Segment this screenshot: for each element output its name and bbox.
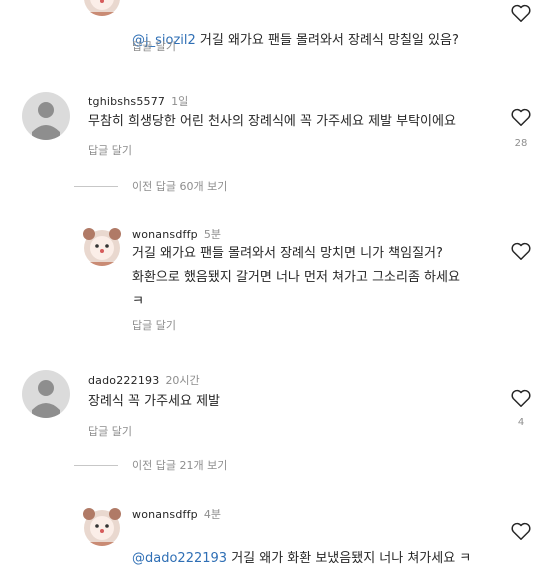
heart-icon[interactable] <box>510 520 532 542</box>
comment-2: tghibshs5577 1일 무참히 희생당한 어린 천사의 장례식에 꼭 가주… <box>0 80 560 160</box>
comment-header: wonansdffp 5분 <box>132 223 221 242</box>
avatar[interactable] <box>80 504 124 548</box>
comment-text: @j_siozil2 거길 왜가요 팬들 몰려와서 장례식 망칠일 있음? <box>132 33 459 48</box>
reply-button[interactable]: 답글 달기 <box>88 142 132 158</box>
reply-button[interactable]: 답글 달기 <box>132 38 176 54</box>
comment-header: dado222193 20시간 <box>88 369 200 388</box>
username[interactable]: tghibshs5577 <box>88 95 165 108</box>
comment-text: 장례식 꼭 가주세요 제발 <box>88 394 220 409</box>
comment-text: 무참히 희생당한 어린 천사의 장례식에 꼭 가주세요 제발 부탁이에요 <box>88 114 456 129</box>
bear-avatar-icon <box>84 0 120 16</box>
avatar[interactable] <box>80 224 124 268</box>
comment-header: tghibshs5577 1일 <box>88 90 188 109</box>
reply-button[interactable]: 답글 달기 <box>132 317 176 333</box>
username[interactable]: dado222193 <box>88 374 159 387</box>
comment-1: @j_siozil2 거길 왜가요 팬들 몰려와서 장례식 망칠일 있음? 답글… <box>0 0 560 60</box>
heart-icon[interactable] <box>510 106 532 128</box>
username[interactable]: wonansdffp <box>132 228 198 241</box>
timestamp: 20시간 <box>165 374 200 387</box>
view-more-replies[interactable]: 이전 답글 21개 보기 <box>74 457 227 473</box>
reply-button[interactable]: 답글 달기 <box>88 423 132 439</box>
avatar[interactable] <box>22 92 70 140</box>
comment-3: wonansdffp 5분 거길 왜가요 팬들 몰려와서 장례식 망치면 니가 책… <box>0 220 560 340</box>
comment-5: wonansdffp 4분 @dado222193 거길 왜가 화환 보냈음됐지 … <box>0 500 560 566</box>
comment-4: dado222193 20시간 장례식 꼭 가주세요 제발 답글 달기 4 <box>0 360 560 440</box>
like-count: 4 <box>517 417 525 428</box>
username[interactable]: wonansdffp <box>132 508 198 521</box>
default-avatar-icon <box>32 380 60 418</box>
timestamp: 5분 <box>203 228 221 241</box>
avatar[interactable] <box>22 370 70 418</box>
timestamp: 1일 <box>171 95 189 108</box>
mention-link[interactable]: @dado222193 <box>132 551 227 566</box>
comment-text: @dado222193 거길 왜가 화환 보냈음됐지 너나 쳐가세요 ㅋ <box>132 551 472 566</box>
like-count: 28 <box>514 138 528 149</box>
heart-icon[interactable] <box>510 2 532 24</box>
divider <box>74 464 118 466</box>
timestamp: 4분 <box>203 508 221 521</box>
avatar[interactable] <box>80 0 124 18</box>
divider <box>74 185 118 187</box>
bear-avatar-icon <box>83 508 121 546</box>
comment-text: 거길 왜가요 팬들 몰려와서 장례식 망치면 니가 책임질거? 화환으로 했음됐… <box>132 246 460 309</box>
heart-icon[interactable] <box>510 387 532 409</box>
view-more-replies[interactable]: 이전 답글 60개 보기 <box>74 178 227 194</box>
heart-icon[interactable] <box>510 240 532 262</box>
bear-avatar-icon <box>83 228 121 266</box>
comment-header: wonansdffp 4분 <box>132 503 221 522</box>
default-avatar-icon <box>32 102 60 140</box>
